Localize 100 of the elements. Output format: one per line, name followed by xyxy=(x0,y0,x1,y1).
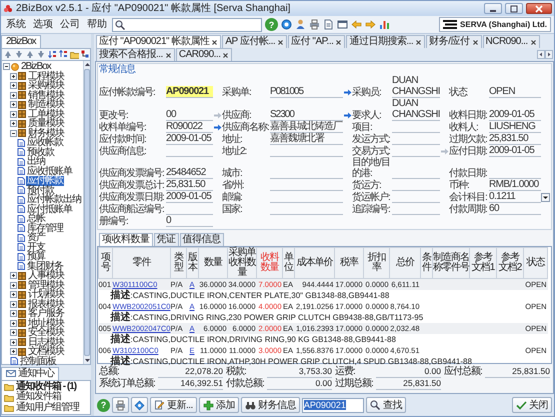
column-header[interactable]: 数量 xyxy=(198,248,228,278)
tree-item[interactable]: 报表模块 xyxy=(27,300,65,309)
expand-icon[interactable] xyxy=(10,282,17,289)
tree-item[interactable]: 库存管理 xyxy=(26,224,64,233)
column-header[interactable]: 条件 xyxy=(420,248,432,278)
notification-item[interactable]: 通知用户组管理 xyxy=(16,402,79,413)
toolbar-button[interactable]: 添加 xyxy=(198,397,239,413)
column-header[interactable]: 折扣率 xyxy=(364,248,390,278)
column-header[interactable]: 项号 xyxy=(98,248,112,278)
arrow-left-icon[interactable] xyxy=(351,19,362,30)
input-field[interactable]: P081005 xyxy=(270,86,343,98)
close-icon[interactable] xyxy=(277,38,284,46)
search-field[interactable] xyxy=(112,18,262,32)
input-field[interactable]: 25484652 xyxy=(166,167,213,179)
tree-item[interactable]: 安全模块 xyxy=(27,328,65,338)
arrow-button[interactable] xyxy=(343,88,352,97)
sort-descending-icon[interactable] xyxy=(59,50,68,59)
expand-icon[interactable] xyxy=(10,310,17,318)
close-icon[interactable] xyxy=(222,52,230,58)
tree-item[interactable]: 2BizBox xyxy=(20,62,52,72)
menu-item[interactable]: 系统 xyxy=(4,18,28,30)
bar-chart-icon[interactable] xyxy=(379,19,390,30)
arrow-up-icon[interactable] xyxy=(84,61,91,68)
tree-item[interactable]: 预算 xyxy=(26,252,46,262)
tab[interactable]: 应付 "AP... xyxy=(288,35,346,48)
input-field[interactable]: DUAN CHANGSHI xyxy=(392,98,440,121)
column-header[interactable]: 收料数量 xyxy=(256,248,282,278)
window-icon[interactable] xyxy=(337,19,348,30)
tab[interactable]: 凭证 xyxy=(154,233,178,246)
close-button[interactable]: 关闭 xyxy=(512,397,552,413)
tree-item[interactable]: 开支 xyxy=(26,242,46,252)
expand-icon[interactable] xyxy=(10,338,17,346)
tab[interactable]: 通过日期搜索... xyxy=(346,35,426,48)
expand-icon[interactable] xyxy=(10,300,17,308)
input-field[interactable]: 嘉善魏塘北署 xyxy=(270,133,343,145)
expand-icon[interactable] xyxy=(10,82,17,90)
tab[interactable]: 项收料数量 xyxy=(99,233,152,246)
column-header[interactable]: 成本单价 xyxy=(294,248,334,278)
column-header[interactable]: 单位 xyxy=(282,248,294,278)
input-field[interactable]: DUAN CHANGSHI xyxy=(392,75,440,98)
close-button[interactable] xyxy=(526,3,552,14)
input-field[interactable]: S2300 xyxy=(270,109,343,121)
tab[interactable]: 搜索不合格报... xyxy=(96,48,175,61)
input-field[interactable]: 2009-01-05 xyxy=(489,145,541,157)
tree-item[interactable]: 质量模块 xyxy=(27,119,65,128)
column-header[interactable]: 参考文档1 xyxy=(470,248,496,278)
input-field[interactable]: 2009-01-05 xyxy=(166,133,213,145)
input-field[interactable]: 2009-01-05 xyxy=(166,191,213,203)
input-field[interactable]: 00 xyxy=(166,109,213,121)
tree-item[interactable]: 地址模块 xyxy=(27,318,65,328)
tab[interactable]: CAR090... xyxy=(176,48,232,61)
expand-icon[interactable] xyxy=(10,291,17,298)
printer-icon[interactable] xyxy=(309,19,320,30)
column-header[interactable]: 制造商名称零件号 xyxy=(432,248,470,278)
column-header[interactable]: 类型 xyxy=(170,248,186,278)
expand-icon[interactable] xyxy=(10,120,17,128)
expand-icon[interactable] xyxy=(10,110,17,118)
input-field[interactable]: R090022 xyxy=(166,121,213,133)
input-field[interactable]: 60 xyxy=(489,203,541,215)
tab[interactable]: 值得信息 xyxy=(180,233,224,246)
menu-item[interactable]: 选项 xyxy=(31,18,55,30)
tree-item[interactable]: 销售模块 xyxy=(27,90,65,100)
tree-item[interactable]: 日志模块 xyxy=(27,338,65,347)
input-field[interactable]: AP090021 xyxy=(166,86,213,98)
tree-item[interactable]: 预收款 xyxy=(26,148,55,157)
tree-item[interactable]: 财务模块 xyxy=(27,128,65,138)
tree-item[interactable]: 应收帐款 xyxy=(26,138,64,148)
tree-icon[interactable] xyxy=(81,50,90,59)
column-header[interactable]: 参考文档2 xyxy=(496,248,524,278)
arrow-button[interactable] xyxy=(343,111,352,120)
input-field[interactable]: OPEN xyxy=(489,86,541,98)
tree-item[interactable]: 人事模块 xyxy=(27,271,65,280)
minimize-button[interactable] xyxy=(484,3,502,14)
tree-item[interactable]: 管理模块 xyxy=(27,280,65,290)
tree-item[interactable]: 资产 xyxy=(26,233,46,242)
input-field[interactable]: AP090021 xyxy=(302,398,364,412)
input-field[interactable]: RMB/1.0000 xyxy=(489,179,541,191)
dropdown-button[interactable] xyxy=(541,193,550,202)
tab[interactable]: 2BizBox xyxy=(1,35,41,48)
scrollbar[interactable] xyxy=(83,61,90,364)
maximize-button[interactable] xyxy=(505,3,523,14)
tree-item[interactable]: 文档模块 xyxy=(27,347,65,356)
expand-icon[interactable] xyxy=(10,101,17,108)
input-field[interactable]: 2009-01-05 xyxy=(489,109,541,121)
input-field[interactable]: LIUSHENG xyxy=(489,121,541,133)
expand-icon[interactable] xyxy=(10,329,17,336)
person-icon[interactable] xyxy=(295,19,306,30)
menu-item[interactable]: 公司 xyxy=(58,18,82,30)
circle-icon[interactable] xyxy=(281,19,292,30)
column-header[interactable]: 总价 xyxy=(390,248,420,278)
input-field[interactable]: 嘉善县城北铸造厂 xyxy=(270,121,343,133)
close-icon[interactable] xyxy=(211,38,218,46)
toolbar-button[interactable]: 更新... xyxy=(150,397,197,413)
column-header[interactable]: 版本 xyxy=(186,248,198,278)
tab[interactable]: NCR090... xyxy=(482,35,540,48)
column-header[interactable]: 采购单收料数量 xyxy=(228,248,256,278)
find-button[interactable]: 查找 xyxy=(366,397,406,413)
tab[interactable]: AP 应付帐... xyxy=(222,35,288,48)
input-field[interactable]: 25,831.50 xyxy=(489,133,541,145)
diamond-button[interactable] xyxy=(131,397,148,413)
